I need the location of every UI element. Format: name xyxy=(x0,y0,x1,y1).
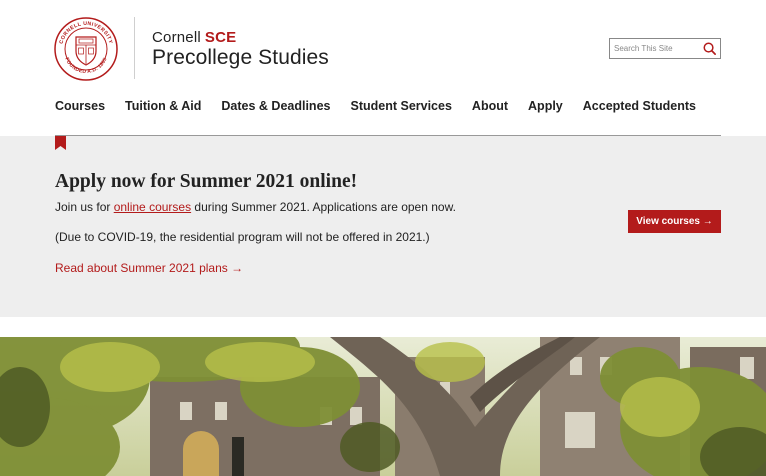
site-header: CORNELL UNIVERSITY FOUNDED A.D. 1865 Cor… xyxy=(0,0,766,136)
online-courses-link[interactable]: online courses xyxy=(114,200,191,214)
announcement-title: Apply now for Summer 2021 online! xyxy=(55,171,358,192)
campus-photo-illustration xyxy=(0,337,766,476)
brand-accent: SCE xyxy=(204,29,237,46)
nav-item-courses[interactable]: Courses xyxy=(55,99,105,113)
nav-item-accepted-students[interactable]: Accepted Students xyxy=(583,99,696,113)
campus-photo xyxy=(0,337,766,476)
header-divider xyxy=(134,17,135,79)
search-icon[interactable] xyxy=(702,41,717,56)
covid-notice: (Due to COVID-19, the residential progra… xyxy=(55,230,430,244)
bookmark-icon xyxy=(55,136,66,150)
nav-item-about[interactable]: About xyxy=(472,99,508,113)
announcement-text-after: during Summer 2021. Applications are ope… xyxy=(191,200,456,214)
brand-prefix[interactable]: Cornell SCE xyxy=(152,29,236,46)
announcement-banner: Apply now for Summer 2021 online! Join u… xyxy=(0,136,766,317)
search-box xyxy=(609,38,721,59)
brand-prefix-text: Cornell xyxy=(152,29,201,46)
announcement-text-before: Join us for xyxy=(55,200,114,214)
nav-item-student-services[interactable]: Student Services xyxy=(350,99,451,113)
search-input[interactable] xyxy=(614,41,700,56)
view-courses-button[interactable]: View courses → xyxy=(628,210,721,233)
summer-plans-link[interactable]: Read about Summer 2021 plans → xyxy=(55,261,243,275)
main-nav: Courses Tuition & Aid Dates & Deadlines … xyxy=(55,99,716,113)
nav-item-tuition-aid[interactable]: Tuition & Aid xyxy=(125,99,201,113)
nav-item-dates-deadlines[interactable]: Dates & Deadlines xyxy=(221,99,330,113)
announcement-text: Join us for online courses during Summer… xyxy=(55,200,456,214)
brand-title[interactable]: Precollege Studies xyxy=(152,46,329,70)
cornell-seal-icon[interactable]: CORNELL UNIVERSITY FOUNDED A.D. 1865 xyxy=(54,17,118,81)
nav-item-apply[interactable]: Apply xyxy=(528,99,563,113)
